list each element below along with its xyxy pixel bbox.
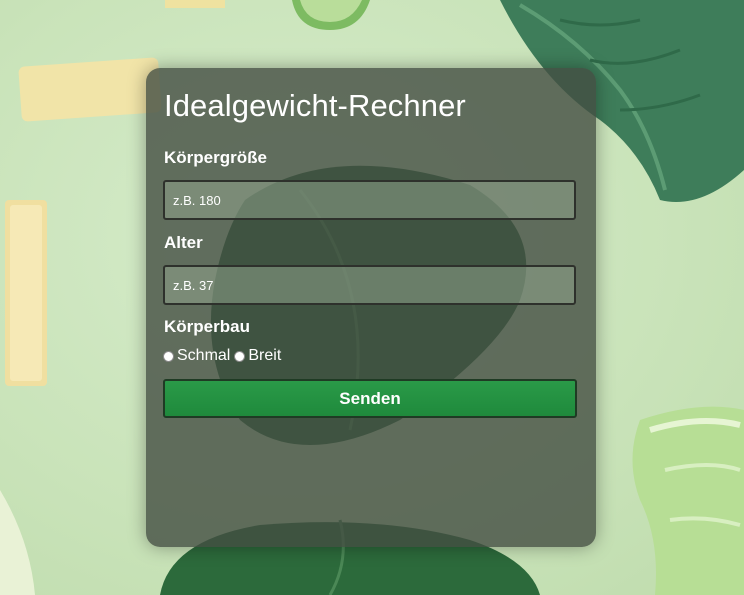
body-build-label: Körperbau <box>164 317 250 336</box>
submit-button[interactable]: Senden <box>163 379 577 418</box>
radio-button-schmal[interactable] <box>163 350 174 362</box>
body-build-radio-group: Schmal Breit <box>163 347 285 365</box>
age-label: Alter <box>164 233 203 252</box>
page-title: Idealgewicht-Rechner <box>164 88 466 123</box>
height-input[interactable] <box>163 180 576 220</box>
height-label: Körpergröße <box>164 148 267 167</box>
radio-button-breit[interactable] <box>234 350 246 362</box>
radio-option-breit[interactable]: Breit <box>234 347 281 365</box>
radio-label-schmal: Schmal <box>177 347 231 364</box>
radio-option-schmal[interactable]: Schmal <box>163 347 230 365</box>
calculator-card: Idealgewicht-Rechner Körpergröße Alter K… <box>146 68 596 547</box>
age-input[interactable] <box>163 265 576 305</box>
radio-label-breit: Breit <box>248 347 282 364</box>
